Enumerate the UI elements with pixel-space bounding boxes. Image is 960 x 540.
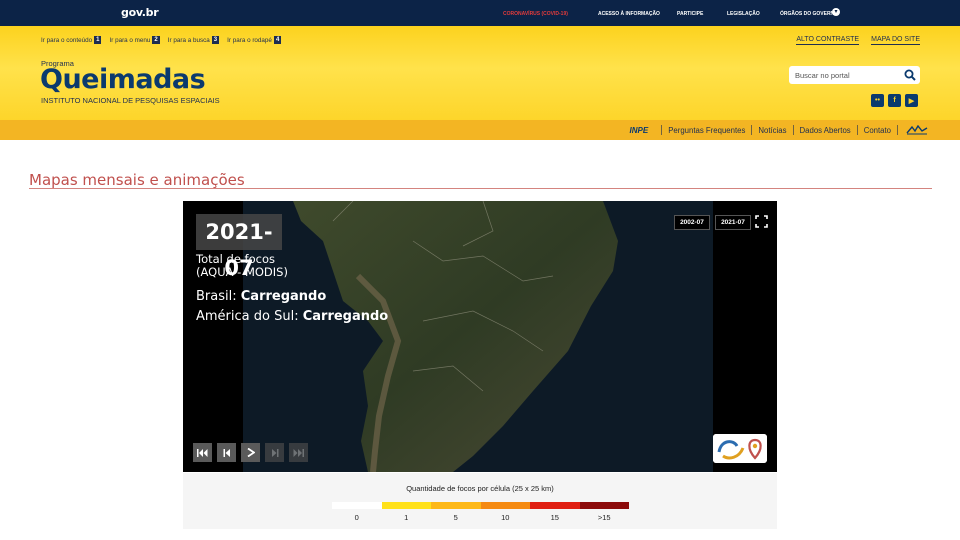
site-header: Ir para o conteúdo 1 Ir para o menu 2 Ir… (0, 26, 960, 120)
divider (751, 125, 753, 135)
legend-swatch (579, 502, 629, 509)
nav-item-news[interactable]: Notícias (758, 126, 786, 135)
search-input[interactable] (795, 70, 905, 80)
divider (792, 125, 794, 135)
legend-tick-label: 0 (354, 513, 359, 522)
gov-link-orgaos[interactable]: ÓRGÃOS DO GOVERNO (780, 11, 838, 17)
partner-logo-icon[interactable] (906, 125, 928, 135)
first-icon (197, 448, 208, 457)
chevron-down-icon[interactable]: ▾ (832, 8, 840, 16)
site-title[interactable]: Queimadas (40, 64, 206, 95)
fire-count-legend: Quantidade de focos por célula (25 x 25 … (183, 473, 777, 529)
accessibility-links: Ir para o conteúdo 1 Ir para o menu 2 Ir… (41, 36, 282, 44)
search-box (789, 66, 920, 84)
partner-logo-icon[interactable] (713, 434, 767, 463)
youtube-icon[interactable]: ▶ (905, 94, 918, 107)
brazil-count: Brasil: Carregando (196, 289, 327, 304)
playback-controls (193, 443, 308, 462)
title-divider (29, 188, 932, 189)
legend-tick-label: 5 (453, 513, 458, 522)
play-button[interactable] (241, 443, 260, 462)
nav-item-faq[interactable]: Perguntas Frequentes (668, 126, 745, 135)
site-subtitle: INSTITUTO NACIONAL DE PESQUISAS ESPACIAI… (41, 96, 220, 105)
social-links: •• f ▶ (871, 94, 918, 107)
high-contrast-link[interactable]: ALTO CONTRASTE (796, 36, 860, 45)
fullscreen-icon[interactable] (755, 215, 768, 228)
current-date-badge: 2021-07 (196, 214, 282, 280)
top-right-links: ALTO CONTRASTE MAPA DO SITE (796, 36, 920, 45)
last-icon (293, 448, 304, 457)
legend-swatch (480, 502, 530, 509)
total-fires-label: Total de focos (AQUA - MODIS) (196, 252, 288, 279)
skip-to-menu-link[interactable]: Ir para o menu 2 (109, 36, 160, 44)
legend-tick-label: 10 (501, 513, 510, 522)
nav-items: INPE Perguntas Frequentes Notícias Dados… (630, 120, 928, 140)
next-icon (271, 448, 278, 457)
legend-swatch (530, 502, 580, 509)
divider (661, 125, 663, 135)
legend-swatch (332, 502, 382, 509)
nav-item-contact[interactable]: Contato (864, 126, 891, 135)
gov-bar: gov.br CORONAVÍRUS (COVID-19) ACESSO À I… (0, 0, 960, 26)
flickr-icon[interactable]: •• (871, 94, 884, 107)
range-end-button[interactable]: 2021-07 (715, 215, 751, 230)
divider (897, 125, 898, 135)
gov-link-acesso[interactable]: ACESSO À INFORMAÇÃO (598, 11, 660, 17)
legend-tick-label: 1 (404, 513, 409, 522)
range-start-button[interactable]: 2002-07 (674, 215, 710, 230)
divider (856, 125, 858, 135)
page-title: Mapas mensais e animações (29, 171, 245, 189)
nav-item-open-data[interactable]: Dados Abertos (800, 126, 851, 135)
legend-tick-label: >15 (597, 513, 611, 522)
play-icon (247, 448, 255, 457)
search-icon[interactable] (904, 69, 916, 81)
gov-link-legislacao[interactable]: LEGISLAÇÃO (727, 11, 760, 17)
skip-to-content-link[interactable]: Ir para o conteúdo 1 (41, 36, 102, 44)
prev-icon (223, 448, 230, 457)
last-frame-button[interactable] (289, 443, 308, 462)
facebook-icon[interactable]: f (888, 94, 901, 107)
gov-link-covid[interactable]: CORONAVÍRUS (COVID-19) (503, 11, 568, 17)
legend-tick-label: 15 (550, 513, 559, 522)
govbr-logo[interactable]: gov.br (121, 6, 159, 19)
legend-swatch (381, 502, 431, 509)
nav-bar: INPE Perguntas Frequentes Notícias Dados… (0, 120, 960, 140)
skip-to-search-link[interactable]: Ir para a busca 3 (168, 36, 220, 44)
south-america-count: América do Sul: Carregando (196, 309, 389, 324)
first-frame-button[interactable] (193, 443, 212, 462)
skip-to-footer-link[interactable]: Ir para o rodapé 4 (227, 36, 282, 44)
legend-title: Quantidade de focos por célula (25 x 25 … (406, 484, 554, 493)
legend-swatch (431, 502, 481, 509)
map-viewer[interactable]: 2021-07 Total de focos (AQUA - MODIS) Br… (183, 201, 777, 472)
previous-frame-button[interactable] (217, 443, 236, 462)
inpe-logo[interactable]: INPE (630, 126, 649, 135)
site-map-link[interactable]: MAPA DO SITE (871, 36, 920, 45)
next-frame-button[interactable] (265, 443, 284, 462)
gov-link-participe[interactable]: PARTICIPE (677, 11, 703, 17)
